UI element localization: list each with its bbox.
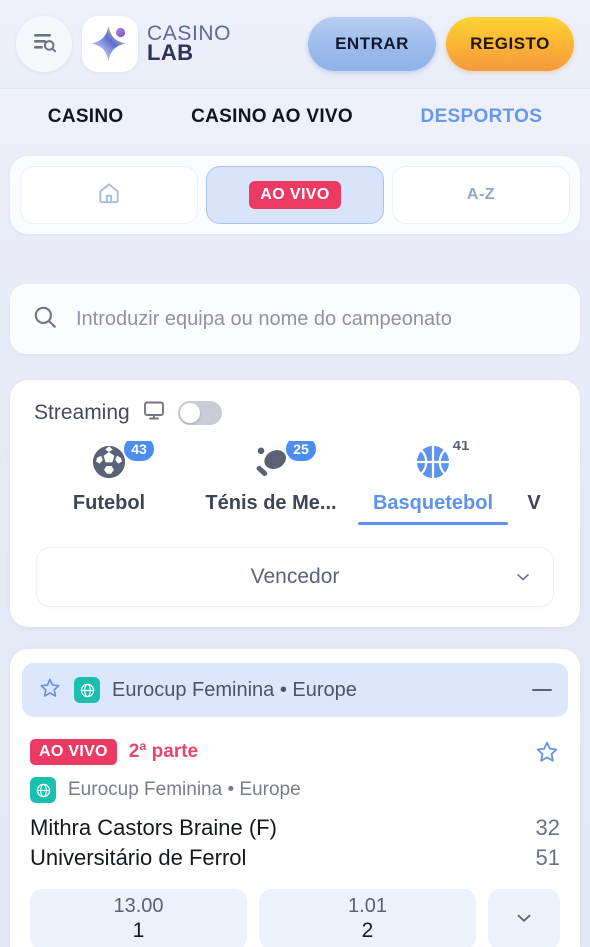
streaming-toggle[interactable] [177,400,222,425]
nav-tab-casino[interactable]: CASINO [48,106,124,128]
header-actions: ENTRAR REGISTO [308,17,574,71]
sports-panel: Streaming 43 Futebol 25 Ténis de Me... 4… [10,380,580,627]
odd-value-1: 13.00 [113,895,164,917]
segment-home[interactable] [20,166,198,224]
match-period: 2ª parte [128,741,199,762]
star-outline-icon[interactable] [38,676,62,705]
sport-tabs: 43 Futebol 25 Ténis de Me... 41 Basquete… [10,441,580,525]
search-bar[interactable] [10,284,580,354]
odd-value-2: 1.01 [348,895,387,917]
segment-live[interactable]: AO VIVO [206,166,384,224]
team-name-away: Universitário de Ferrol [30,845,247,870]
match-league-name: Eurocup Feminina • Europe [68,779,301,800]
segment-az-label: A-Z [466,186,496,203]
brand-line-lab: LAB [147,40,194,66]
league-title: Eurocup Feminina • Europe [112,678,357,701]
globe-icon [30,777,56,803]
register-button[interactable]: REGISTO [446,17,574,71]
league-header[interactable]: Eurocup Feminina • Europe [22,663,568,717]
brand-logo[interactable]: CASINO LAB [82,16,231,72]
match-row: AO VIVO 2ª parte Eurocup Feminina • Euro… [10,717,580,947]
app-header: CASINO LAB ENTRAR REGISTO [0,0,590,88]
sport-tab-basquetebol[interactable]: 41 Basquetebol [352,441,514,525]
team-row-away: Universitário de Ferrol 51 [30,843,560,873]
minus-icon[interactable] [532,689,552,691]
team-score-away: 51 [535,845,560,870]
login-button[interactable]: ENTRAR [308,17,436,71]
sport-tab-label-basquetebol: Basquetebol [372,492,494,514]
nav-tab-desportos[interactable]: DESPORTOS [421,106,543,128]
league-card: Eurocup Feminina • Europe AO VIVO 2ª par… [10,649,580,947]
market-select[interactable]: Vencedor [36,547,554,607]
search-icon [32,304,58,335]
menu-search-icon [31,29,57,60]
segment-az[interactable]: A-Z [392,166,570,224]
sport-tab-tenis-de-mesa[interactable]: 25 Ténis de Me... [190,441,352,525]
brand-mark [82,16,138,72]
sport-badge-tenis-de-mesa: 25 [286,441,316,461]
search-input[interactable] [76,307,558,331]
chevron-down-icon [513,907,535,932]
toggle-knob [179,402,200,423]
home-icon [96,180,122,211]
odds-row: 13.00 1 1.01 2 [30,889,560,947]
sport-badge-basquetebol: 41 [452,441,470,454]
globe-icon [74,677,100,703]
nav-tab-casino-ao-vivo[interactable]: CASINO AO VIVO [191,106,353,128]
sport-tab-label-next: V [527,492,541,514]
odd-label-2: 2 [361,919,374,942]
live-chip-label: AO VIVO [249,181,341,209]
sport-tab-next[interactable]: V [514,441,554,525]
table-tennis-icon: 25 [250,441,316,483]
match-league-row: Eurocup Feminina • Europe [30,777,560,803]
market-select-label: Vencedor [250,565,340,588]
football-icon: 43 [88,441,154,483]
basketball-icon: 41 [412,441,469,483]
main-nav: CASINO CASINO AO VIVO DESPORTOS [0,88,590,144]
chevron-down-icon [513,567,533,587]
segment-bar: AO VIVO A-Z [10,156,580,234]
odd-label-1: 1 [132,919,145,942]
favorite-star-icon[interactable] [534,739,560,765]
menu-search-button[interactable] [16,16,72,72]
streaming-label: Streaming [34,400,130,424]
team-row-home: Mithra Castors Braine (F) 32 [30,813,560,843]
sport-tab-label-tenis-de-mesa: Ténis de Me... [205,492,337,514]
more-markets-button[interactable] [488,889,560,947]
status-badge: AO VIVO [30,739,117,765]
team-score-home: 32 [535,815,560,840]
streaming-row: Streaming [10,398,580,427]
app-screen: CASINO LAB ENTRAR REGISTO CASINO CASINO … [0,0,590,947]
sport-tab-active-underline [358,522,508,525]
sport-tab-futebol[interactable]: 43 Futebol [28,441,190,525]
match-status-row: AO VIVO 2ª parte [30,739,560,765]
match-teams[interactable]: Mithra Castors Braine (F) 32 Universitár… [30,813,560,873]
team-name-home: Mithra Castors Braine (F) [30,815,277,840]
sport-badge-futebol: 43 [124,441,154,461]
odd-button-2[interactable]: 1.01 2 [259,889,476,947]
monitor-icon [142,398,166,427]
sparkle-star-icon [91,26,126,61]
brand-text: CASINO LAB [147,23,231,65]
sport-tab-label-futebol: Futebol [72,492,146,514]
odd-button-1[interactable]: 13.00 1 [30,889,247,947]
